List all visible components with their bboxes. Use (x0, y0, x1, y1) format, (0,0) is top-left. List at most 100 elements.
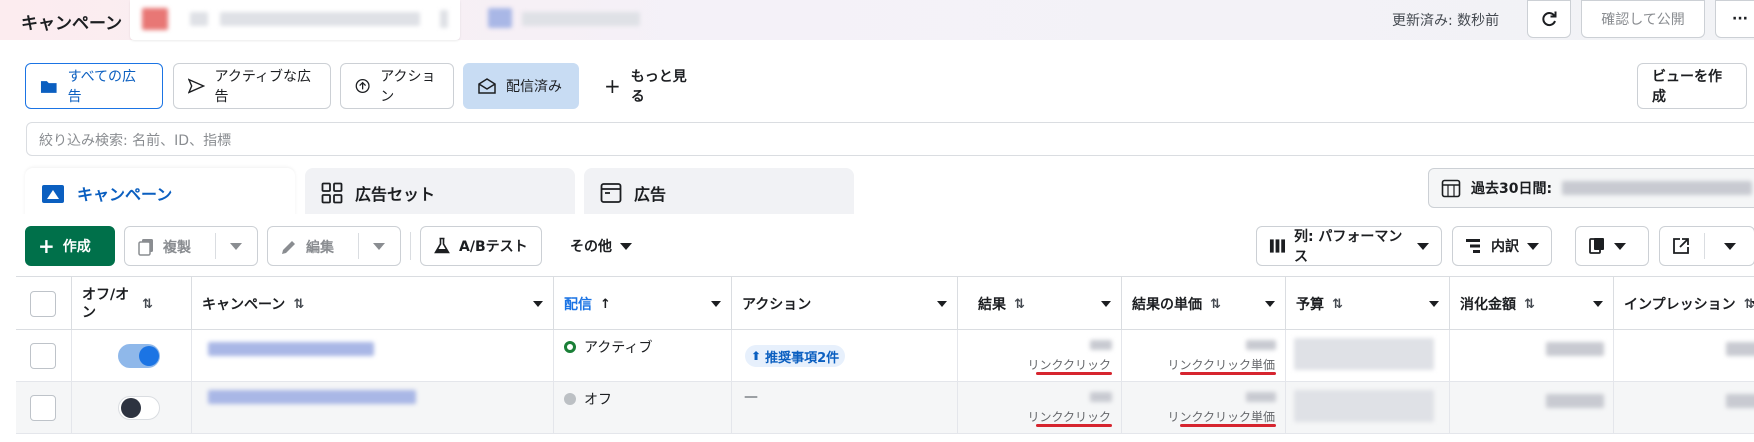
header-delivery[interactable]: 配信 ↑ (554, 277, 732, 331)
chevron-down-icon (1527, 242, 1539, 250)
copy-icon (138, 239, 153, 256)
table-header-row: オフ/オン ⇅ キャンペーン ⇅ 配信 ↑ アクション 結果 ⇅ 結果の単価 ⇅ (16, 276, 1754, 331)
chevron-down-icon[interactable] (711, 301, 721, 307)
date-range-picker[interactable]: 過去30日間: (1428, 168, 1754, 208)
header-campaign[interactable]: キャンペーン ⇅ (192, 277, 554, 331)
duplicate-button[interactable]: 複製 (137, 237, 191, 257)
more-menu-button[interactable]: ··· (1715, 0, 1754, 38)
create-view-button[interactable]: ビューを作成 (1637, 63, 1747, 109)
status-off-dot (564, 393, 576, 405)
red-underline-annotation (1036, 372, 1112, 375)
header-action[interactable]: アクション (732, 277, 958, 331)
table-row[interactable]: アクティブ ⬆ 推奨事項2件 リンククリック リンククリック単価 (16, 330, 1754, 382)
row-cost-cell: リンククリック単価 (1122, 330, 1286, 382)
tab-campaign[interactable]: キャンペーン (25, 168, 295, 218)
tab-adset[interactable]: 広告セット (305, 168, 575, 218)
export-dropdown-caret[interactable] (1724, 243, 1736, 250)
cost-type-label: リンククリック単価 (1167, 358, 1275, 372)
row-cost-cell: リンククリック単価 (1122, 382, 1286, 434)
reports-button[interactable] (1575, 226, 1649, 266)
open-tab-redacted[interactable] (130, 0, 460, 40)
row-budget-cell (1286, 382, 1450, 434)
review-publish-button[interactable]: 確認して公開 (1581, 0, 1705, 38)
campaign-name-link[interactable] (208, 390, 416, 404)
table-row[interactable]: オフ — リンククリック リンククリック単価 (16, 382, 1754, 434)
columns-button[interactable]: 列: パフォーマンス (1256, 226, 1442, 266)
pencil-icon (282, 241, 295, 254)
other-menu-button[interactable]: その他 (558, 226, 648, 266)
see-more-label: もっと見る (630, 69, 687, 105)
header-toggle[interactable]: オフ/オン ⇅ (72, 277, 192, 331)
header-cost-per-result[interactable]: 結果の単価 ⇅ (1122, 277, 1286, 331)
edit-dropdown-caret[interactable] (373, 243, 385, 250)
chevron-down-icon[interactable] (1101, 301, 1111, 307)
header-toggle-label: オフ/オン (82, 287, 130, 321)
plus-icon: + (604, 74, 621, 98)
row-checkbox[interactable] (30, 395, 56, 421)
sort-icon: ⇅ (1014, 296, 1025, 312)
header-cost-per-result-label: 結果の単価 (1132, 297, 1202, 313)
header-spend[interactable]: 消化金額 ⇅ (1450, 277, 1614, 331)
chevron-down-icon[interactable] (533, 301, 543, 307)
chevron-down-icon[interactable] (1265, 301, 1275, 307)
row-toggle-cell (72, 330, 192, 382)
red-underline-annotation (1036, 424, 1112, 427)
no-action-dash: — (744, 389, 758, 405)
recommendations-badge[interactable]: ⬆ 推奨事項2件 (745, 345, 846, 367)
row-result-cell: リンククリック (958, 382, 1122, 434)
ab-test-button[interactable]: A/Bテスト (420, 226, 542, 266)
redacted-impressions (1726, 342, 1754, 356)
row-delivery-cell: アクティブ (554, 330, 732, 382)
edit-button[interactable]: 編集 (280, 237, 334, 257)
redacted-spend (1546, 342, 1604, 356)
redacted-icon (488, 8, 512, 28)
see-more-button[interactable]: + もっと見る (590, 63, 710, 109)
campaign-toggle-off[interactable] (118, 396, 160, 420)
header-budget[interactable]: 予算 ⇅ (1286, 277, 1450, 331)
refresh-icon (1542, 11, 1557, 27)
breakdown-button[interactable]: 内訳 (1452, 226, 1552, 266)
status-active-dot (564, 341, 576, 353)
select-all-checkbox[interactable] (30, 291, 56, 317)
row-impressions-cell (1614, 382, 1754, 434)
chevron-down-icon[interactable] (1429, 301, 1439, 307)
export-icon[interactable] (1672, 237, 1690, 255)
search-input[interactable]: 絞り込み検索: 名前、ID、指標 (26, 122, 1754, 156)
chevron-down-icon[interactable] (937, 301, 947, 307)
filter-active-ads-button[interactable]: アクティブな広告 (173, 63, 331, 109)
ad-window-icon (600, 183, 622, 203)
redacted-result (1090, 392, 1112, 402)
tab-ad[interactable]: 広告 (584, 168, 854, 218)
export-split-button[interactable] (1659, 226, 1754, 266)
create-button[interactable]: + 作成 (25, 226, 115, 266)
chevron-down-icon (620, 242, 632, 250)
filter-active-ads-label: アクティブな広告 (214, 69, 311, 105)
duplicate-dropdown-caret[interactable] (230, 243, 242, 250)
red-underline-annotation (1180, 372, 1276, 375)
filter-all-ads-button[interactable]: すべての広告 (25, 63, 163, 109)
campaign-name-link[interactable] (208, 342, 374, 356)
row-checkbox[interactable] (30, 343, 56, 369)
chevron-down-icon (1614, 242, 1626, 250)
chevron-down-icon[interactable] (1593, 301, 1603, 307)
duplicate-split-button[interactable]: 複製 (124, 226, 258, 266)
filter-actions-button[interactable]: アクション (340, 63, 454, 109)
header-result[interactable]: 結果 ⇅ (958, 277, 1122, 331)
filter-delivered-button[interactable]: 配信済み (463, 63, 579, 109)
campaign-toggle-on[interactable] (118, 344, 160, 368)
create-label: 作成 (62, 239, 91, 255)
redacted-text (522, 12, 640, 26)
header-impressions[interactable]: インプレッション ⇅ (1614, 277, 1754, 331)
redacted-result (1090, 340, 1112, 350)
edit-label: 編集 (306, 240, 334, 256)
row-toggle-cell (72, 382, 192, 434)
edit-split-button[interactable]: 編集 (267, 226, 401, 266)
header-campaign-label: キャンペーン (202, 297, 286, 313)
sort-icon: ⇅ (142, 296, 153, 312)
tab-adset-label: 広告セット (355, 185, 436, 204)
result-type-label: リンククリック (1027, 358, 1111, 372)
result-type-label: リンククリック (1027, 410, 1111, 424)
delivery-status: アクティブ (584, 340, 653, 356)
refresh-button[interactable] (1527, 0, 1571, 38)
header-action-label: アクション (742, 297, 812, 313)
